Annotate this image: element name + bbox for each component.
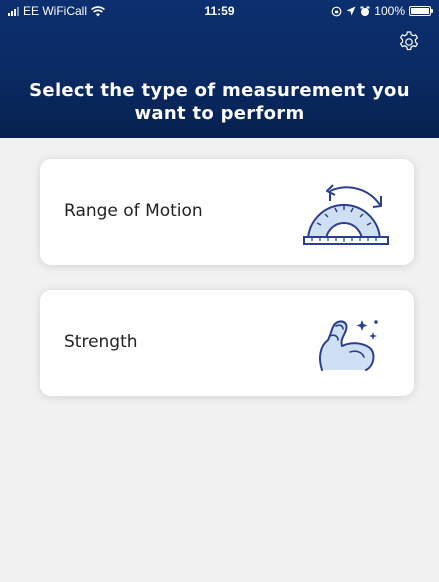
range-of-motion-card[interactable]: Range of Motion — [40, 159, 414, 265]
status-right: 100% — [331, 4, 433, 18]
header: EE WiFiCall 11:59 100% Select the type o… — [0, 0, 439, 138]
orientation-lock-icon — [331, 6, 342, 16]
measurement-type-screen: EE WiFiCall 11:59 100% Select the type o… — [0, 0, 439, 582]
gear-icon[interactable] — [397, 30, 421, 54]
range-of-motion-label: Range of Motion — [64, 201, 203, 221]
protractor-icon — [303, 184, 389, 245]
flexed-arm-icon — [319, 320, 378, 371]
location-icon — [346, 6, 356, 16]
battery-percent: 100% — [374, 4, 405, 18]
strength-label: Strength — [64, 332, 138, 352]
alarm-icon — [360, 6, 370, 16]
battery-icon — [409, 6, 433, 16]
battery-fill — [411, 8, 429, 14]
page-title: Select the type of measurement you want … — [29, 80, 410, 124]
strength-card[interactable]: Strength — [40, 290, 414, 396]
status-bar: EE WiFiCall 11:59 100% — [0, 0, 439, 22]
